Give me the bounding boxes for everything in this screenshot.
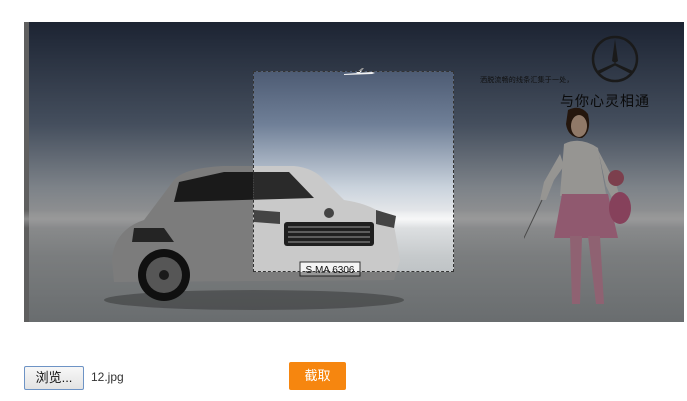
browse-button[interactable]: 浏览... — [24, 366, 84, 390]
crop-mask-left — [24, 71, 253, 272]
crop-selection-box[interactable] — [253, 71, 454, 272]
crop-mask-bottom — [24, 272, 684, 322]
image-crop-stage[interactable]: S MA 6306 洒脱流畅的线条汇集于一处， 与你心灵相通 — [24, 22, 684, 322]
crop-mask-top — [24, 22, 684, 71]
upload-controls: 浏览... 12.jpg 截取 — [24, 362, 664, 390]
selected-file-name: 12.jpg — [91, 370, 124, 384]
crop-button[interactable]: 截取 — [289, 362, 346, 390]
crop-mask-right — [454, 71, 684, 272]
